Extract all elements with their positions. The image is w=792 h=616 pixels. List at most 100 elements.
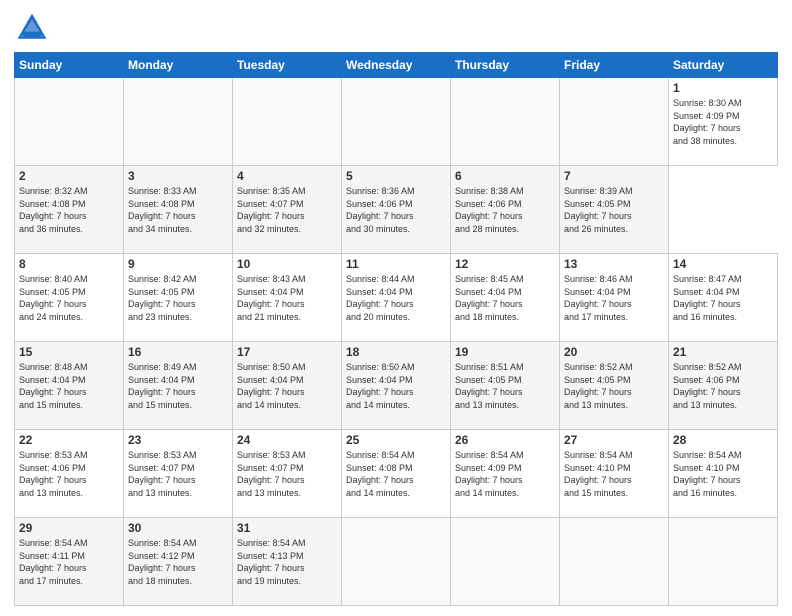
calendar-cell: 18 Sunrise: 8:50 AMSunset: 4:04 PMDayligh…	[342, 342, 451, 430]
day-info: Sunrise: 8:51 AMSunset: 4:05 PMDaylight:…	[455, 361, 555, 411]
day-number: 7	[564, 169, 664, 183]
day-info: Sunrise: 8:54 AMSunset: 4:11 PMDaylight:…	[19, 537, 119, 587]
day-info: Sunrise: 8:49 AMSunset: 4:04 PMDaylight:…	[128, 361, 228, 411]
day-number: 9	[128, 257, 228, 271]
calendar-week-row: 2Sunrise: 8:32 AMSunset: 4:08 PMDaylight…	[15, 166, 778, 254]
day-info: Sunrise: 8:33 AMSunset: 4:08 PMDaylight:…	[128, 185, 228, 235]
calendar-cell: 7 Sunrise: 8:39 AMSunset: 4:05 PMDaylight…	[560, 166, 669, 254]
day-info: Sunrise: 8:52 AMSunset: 4:06 PMDaylight:…	[673, 361, 773, 411]
calendar-cell: 30Sunrise: 8:54 AMSunset: 4:12 PMDayligh…	[124, 518, 233, 606]
calendar-cell: 1 Sunrise: 8:30 AMSunset: 4:09 PMDaylight…	[669, 78, 778, 166]
calendar-cell: 24 Sunrise: 8:53 AMSunset: 4:07 PMDayligh…	[233, 430, 342, 518]
calendar-week-row: 15 Sunrise: 8:48 AMSunset: 4:04 PMDayligh…	[15, 342, 778, 430]
page-container: SundayMondayTuesdayWednesdayThursdayFrid…	[0, 0, 792, 616]
calendar-cell: 19Sunrise: 8:51 AMSunset: 4:05 PMDayligh…	[451, 342, 560, 430]
day-info: Sunrise: 8:53 AMSunset: 4:07 PMDaylight:…	[128, 449, 228, 499]
day-info: Sunrise: 8:50 AMSunset: 4:04 PMDaylight:…	[346, 361, 446, 411]
day-info: Sunrise: 8:44 AMSunset: 4:04 PMDaylight:…	[346, 273, 446, 323]
day-info: Sunrise: 8:54 AMSunset: 4:10 PMDaylight:…	[673, 449, 773, 499]
calendar-table: SundayMondayTuesdayWednesdayThursdayFrid…	[14, 52, 778, 606]
calendar-cell: 10Sunrise: 8:43 AMSunset: 4:04 PMDayligh…	[233, 254, 342, 342]
calendar-cell	[342, 518, 451, 606]
calendar-cell	[451, 78, 560, 166]
calendar-header: SundayMondayTuesdayWednesdayThursdayFrid…	[15, 53, 778, 78]
page-header	[14, 10, 778, 46]
day-number: 17	[237, 345, 337, 359]
calendar-cell	[233, 78, 342, 166]
calendar-cell: 27 Sunrise: 8:54 AMSunset: 4:10 PMDayligh…	[560, 430, 669, 518]
day-info: Sunrise: 8:50 AMSunset: 4:04 PMDaylight:…	[237, 361, 337, 411]
day-info: Sunrise: 8:30 AMSunset: 4:09 PMDaylight:…	[673, 97, 773, 147]
day-number: 1	[673, 81, 773, 95]
day-number: 3	[128, 169, 228, 183]
calendar-cell: 2Sunrise: 8:32 AMSunset: 4:08 PMDaylight…	[15, 166, 124, 254]
day-number: 24	[237, 433, 337, 447]
calendar-cell: 14Sunrise: 8:47 AMSunset: 4:04 PMDayligh…	[669, 254, 778, 342]
calendar-week-row: 22 Sunrise: 8:53 AMSunset: 4:06 PMDayligh…	[15, 430, 778, 518]
day-number: 23	[128, 433, 228, 447]
calendar-body: 1 Sunrise: 8:30 AMSunset: 4:09 PMDaylight…	[15, 78, 778, 606]
calendar-cell: 16Sunrise: 8:49 AMSunset: 4:04 PMDayligh…	[124, 342, 233, 430]
day-number: 27	[564, 433, 664, 447]
calendar-cell: 6 Sunrise: 8:38 AMSunset: 4:06 PMDaylight…	[451, 166, 560, 254]
calendar-cell	[560, 78, 669, 166]
calendar-cell	[342, 78, 451, 166]
day-info: Sunrise: 8:45 AMSunset: 4:04 PMDaylight:…	[455, 273, 555, 323]
day-of-week-header: Tuesday	[233, 53, 342, 78]
day-of-week-header: Saturday	[669, 53, 778, 78]
day-number: 18	[346, 345, 446, 359]
calendar-cell: 26Sunrise: 8:54 AMSunset: 4:09 PMDayligh…	[451, 430, 560, 518]
day-info: Sunrise: 8:38 AMSunset: 4:06 PMDaylight:…	[455, 185, 555, 235]
calendar-cell: 23 Sunrise: 8:53 AMSunset: 4:07 PMDayligh…	[124, 430, 233, 518]
logo-icon	[14, 10, 50, 46]
calendar-cell: 12Sunrise: 8:45 AMSunset: 4:04 PMDayligh…	[451, 254, 560, 342]
day-of-week-header: Sunday	[15, 53, 124, 78]
day-number: 10	[237, 257, 337, 271]
calendar-cell: 11Sunrise: 8:44 AMSunset: 4:04 PMDayligh…	[342, 254, 451, 342]
day-number: 4	[237, 169, 337, 183]
day-info: Sunrise: 8:40 AMSunset: 4:05 PMDaylight:…	[19, 273, 119, 323]
calendar-cell: 9 Sunrise: 8:42 AMSunset: 4:05 PMDaylight…	[124, 254, 233, 342]
day-number: 22	[19, 433, 119, 447]
day-info: Sunrise: 8:54 AMSunset: 4:12 PMDaylight:…	[128, 537, 228, 587]
calendar-cell: 29 Sunrise: 8:54 AMSunset: 4:11 PMDayligh…	[15, 518, 124, 606]
calendar-cell: 3 Sunrise: 8:33 AMSunset: 4:08 PMDaylight…	[124, 166, 233, 254]
day-number: 21	[673, 345, 773, 359]
calendar-cell: 13Sunrise: 8:46 AMSunset: 4:04 PMDayligh…	[560, 254, 669, 342]
day-info: Sunrise: 8:52 AMSunset: 4:05 PMDaylight:…	[564, 361, 664, 411]
logo	[14, 10, 54, 46]
calendar-cell: 5Sunrise: 8:36 AMSunset: 4:06 PMDaylight…	[342, 166, 451, 254]
day-info: Sunrise: 8:54 AMSunset: 4:09 PMDaylight:…	[455, 449, 555, 499]
day-number: 28	[673, 433, 773, 447]
days-of-week-row: SundayMondayTuesdayWednesdayThursdayFrid…	[15, 53, 778, 78]
day-info: Sunrise: 8:39 AMSunset: 4:05 PMDaylight:…	[564, 185, 664, 235]
day-info: Sunrise: 8:54 AMSunset: 4:10 PMDaylight:…	[564, 449, 664, 499]
calendar-cell: 17 Sunrise: 8:50 AMSunset: 4:04 PMDayligh…	[233, 342, 342, 430]
day-info: Sunrise: 8:47 AMSunset: 4:04 PMDaylight:…	[673, 273, 773, 323]
day-number: 31	[237, 521, 337, 535]
calendar-cell: 21 Sunrise: 8:52 AMSunset: 4:06 PMDayligh…	[669, 342, 778, 430]
day-info: Sunrise: 8:54 AMSunset: 4:13 PMDaylight:…	[237, 537, 337, 587]
day-of-week-header: Friday	[560, 53, 669, 78]
day-of-week-header: Wednesday	[342, 53, 451, 78]
calendar-cell	[15, 78, 124, 166]
day-info: Sunrise: 8:42 AMSunset: 4:05 PMDaylight:…	[128, 273, 228, 323]
day-number: 29	[19, 521, 119, 535]
day-info: Sunrise: 8:48 AMSunset: 4:04 PMDaylight:…	[19, 361, 119, 411]
day-number: 20	[564, 345, 664, 359]
day-info: Sunrise: 8:35 AMSunset: 4:07 PMDaylight:…	[237, 185, 337, 235]
day-number: 15	[19, 345, 119, 359]
calendar-week-row: 29 Sunrise: 8:54 AMSunset: 4:11 PMDayligh…	[15, 518, 778, 606]
calendar-cell: 25 Sunrise: 8:54 AMSunset: 4:08 PMDayligh…	[342, 430, 451, 518]
day-info: Sunrise: 8:32 AMSunset: 4:08 PMDaylight:…	[19, 185, 119, 235]
day-number: 6	[455, 169, 555, 183]
day-info: Sunrise: 8:53 AMSunset: 4:07 PMDaylight:…	[237, 449, 337, 499]
calendar-cell: 15 Sunrise: 8:48 AMSunset: 4:04 PMDayligh…	[15, 342, 124, 430]
calendar-week-row: 8Sunrise: 8:40 AMSunset: 4:05 PMDaylight…	[15, 254, 778, 342]
calendar-cell: 31 Sunrise: 8:54 AMSunset: 4:13 PMDayligh…	[233, 518, 342, 606]
calendar-cell: 4 Sunrise: 8:35 AMSunset: 4:07 PMDaylight…	[233, 166, 342, 254]
day-number: 5	[346, 169, 446, 183]
day-info: Sunrise: 8:54 AMSunset: 4:08 PMDaylight:…	[346, 449, 446, 499]
day-number: 25	[346, 433, 446, 447]
day-info: Sunrise: 8:53 AMSunset: 4:06 PMDaylight:…	[19, 449, 119, 499]
